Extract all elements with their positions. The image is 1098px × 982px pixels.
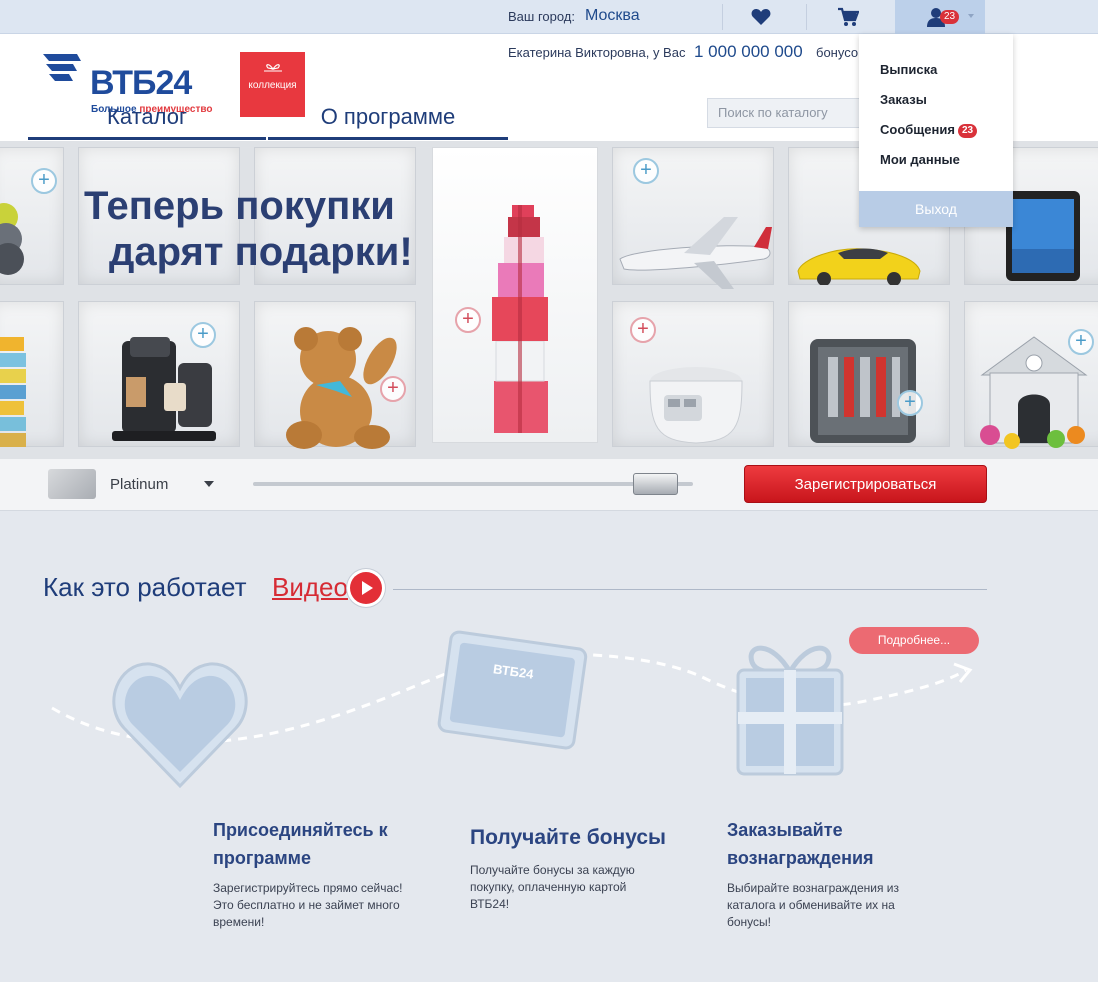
step-1-title: Присоединяйтесь к программе	[213, 816, 388, 872]
step-title-line: Заказывайте	[727, 820, 843, 840]
more-button[interactable]: Подробнее...	[849, 627, 979, 654]
step-title-line: вознаграждения	[727, 848, 874, 868]
logout-button[interactable]: Выход	[859, 191, 1013, 227]
step-2-title: Получайте бонусы	[470, 824, 666, 852]
step-text-line: Это бесплатно и не займет много	[213, 898, 400, 912]
step-text-line: покупку, оплаченную картой	[470, 880, 627, 894]
step-text-line: бонусы!	[727, 915, 771, 929]
step-3-text: Выбирайте вознаграждения из каталога и о…	[727, 880, 899, 931]
step-text-line: ВТБ24!	[470, 897, 510, 911]
user-dropdown-menu: Выписка Заказы Сообщения 23 Мои данные Вы…	[859, 34, 1013, 227]
step-3-title: Заказывайте вознаграждения	[727, 816, 874, 872]
step-text-line: времени!	[213, 915, 265, 929]
step-title-line: Получайте бонусы	[470, 826, 666, 849]
step-1-text: Зарегистрируйтесь прямо сейчас! Это бесп…	[213, 880, 403, 931]
step-2-text: Получайте бонусы за каждую покупку, опла…	[470, 862, 635, 913]
menu-item-statement[interactable]: Выписка	[880, 62, 937, 77]
gift-illustration	[732, 630, 848, 783]
menu-item-messages[interactable]: Сообщения 23	[880, 122, 978, 138]
messages-badge: 23	[957, 124, 978, 138]
step-text-line: каталога и обменивайте их на	[727, 898, 895, 912]
heart-illustration	[110, 660, 250, 795]
step-title-line: Присоединяйтесь к	[213, 820, 388, 840]
bank-card-illustration: ВТБ24	[432, 628, 592, 763]
menu-item-orders[interactable]: Заказы	[880, 92, 927, 107]
step-text-line: Зарегистрируйтесь прямо сейчас!	[213, 881, 403, 895]
step-title-line: программе	[213, 848, 312, 868]
menu-item-my-data[interactable]: Мои данные	[880, 152, 960, 167]
step-text-line: Получайте бонусы за каждую	[470, 863, 635, 877]
menu-item-label: Сообщения	[880, 122, 955, 137]
step-text-line: Выбирайте вознаграждения из	[727, 881, 900, 895]
